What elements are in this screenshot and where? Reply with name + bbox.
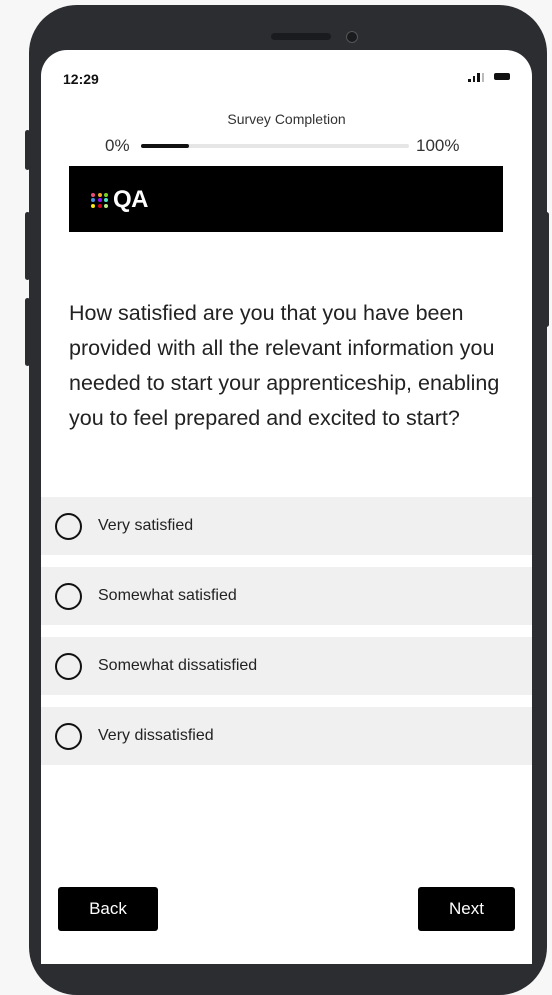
progress-bar: 0% 100%: [41, 136, 532, 156]
progress-track: [141, 144, 409, 148]
signal-icon: [468, 72, 484, 82]
logo-dots-icon: [91, 192, 109, 208]
option-somewhat-satisfied[interactable]: Somewhat satisfied: [41, 567, 532, 625]
progress-start-label: 0%: [105, 136, 130, 155]
volume-button-top: [25, 130, 30, 170]
battery-icon: [494, 73, 510, 80]
volume-button-middle: [25, 212, 30, 280]
option-label: Very satisfied: [98, 517, 194, 534]
radio-button[interactable]: [55, 722, 82, 750]
answer-options: Very satisfied Somewhat satisfied Somewh…: [41, 497, 532, 777]
next-button[interactable]: Next: [418, 887, 515, 931]
question-text: How satisfied are you that you have been…: [69, 301, 500, 430]
status-icons: [468, 72, 510, 82]
option-somewhat-dissatisfied[interactable]: Somewhat dissatisfied: [41, 637, 532, 695]
logo-dot: [97, 203, 102, 208]
logo-dot: [91, 203, 95, 208]
logo-dot: [97, 198, 102, 202]
power-button: [544, 212, 549, 327]
logo-dot: [104, 198, 108, 202]
logo-dot: [104, 203, 108, 208]
logo-dot: [91, 198, 95, 202]
progress-fill: [141, 144, 190, 148]
radio-button[interactable]: [55, 512, 82, 540]
brand-banner: QA: [69, 166, 503, 232]
option-very-satisfied[interactable]: Very satisfied: [41, 497, 532, 555]
radio-button[interactable]: [55, 582, 82, 610]
volume-button-bottom: [25, 298, 30, 366]
logo-dot: [104, 192, 108, 197]
camera-icon: [346, 31, 358, 43]
screen: 12:29 Survey Completion 0% 100% QA How s…: [41, 50, 532, 964]
option-label: Very dissatisfied: [98, 727, 214, 744]
speaker-grille: [271, 33, 331, 40]
progress-end-label: 100%: [416, 136, 460, 155]
radio-button[interactable]: [55, 652, 82, 680]
progress-title: Survey Completion: [227, 111, 346, 127]
option-label: Somewhat satisfied: [98, 587, 237, 604]
back-button[interactable]: Back: [58, 887, 158, 931]
qa-logo: QA: [91, 186, 149, 214]
option-very-dissatisfied[interactable]: Very dissatisfied: [41, 707, 532, 765]
status-time: 12:29: [63, 71, 99, 87]
logo-text: QA: [113, 186, 149, 213]
logo-dot: [91, 192, 95, 197]
logo-dot: [97, 192, 102, 197]
option-label: Somewhat dissatisfied: [98, 657, 258, 674]
